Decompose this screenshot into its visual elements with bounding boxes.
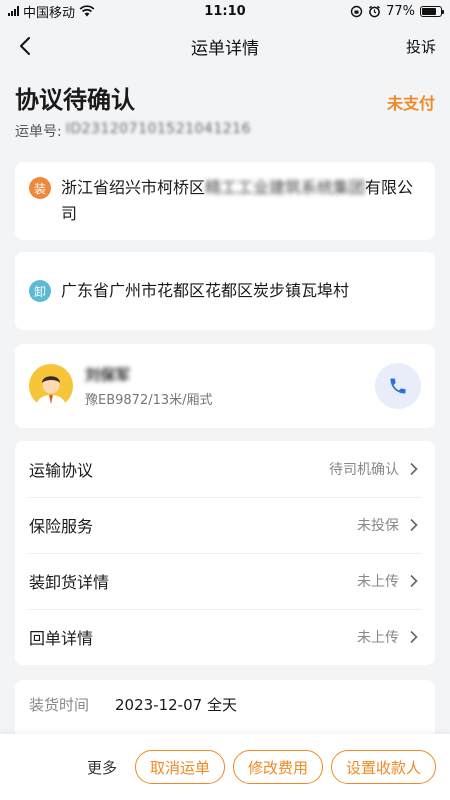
loading-badge: 装 [29, 177, 51, 199]
chevron-right-icon [410, 462, 418, 476]
chevron-right-icon [410, 630, 418, 644]
unloading-address: 广东省广州市花都区花都区炭步镇瓦埠村 [61, 281, 350, 300]
order-status-title: 协议待确认 [15, 86, 135, 114]
carrier-label: 中国移动 [23, 5, 76, 21]
menu-item-transport-agreement[interactable]: 运输协议 待司机确认 [15, 441, 435, 497]
battery-text: 77% [386, 3, 415, 19]
load-time-value: 2023-12-07 全天 [115, 695, 237, 714]
chevron-right-icon [410, 574, 418, 588]
cancel-order-button[interactable]: 取消运单 [134, 750, 225, 784]
bottom-action-bar: 更多 取消运单 修改费用 设置收款人 [0, 734, 450, 800]
page-title: 运单详情 [191, 38, 259, 59]
unloading-address-card[interactable]: 卸 广东省广州市花都区花都区炭步镇瓦埠村 [15, 252, 435, 330]
driver-row: 刘保军 豫EB9872/13米/厢式 [15, 344, 435, 428]
menu-item-receipt-details[interactable]: 回单详情 未上传 [15, 609, 435, 665]
loading-address: 浙江省绍兴市柯桥区精工工业建筑系统集团有限公司 [61, 175, 421, 227]
loading-address-blurred: 精工工业建筑系统集团 [205, 178, 366, 197]
back-icon[interactable] [14, 34, 38, 58]
order-header: 协议待确认 未支付 运单号: ID231207101521041216 [15, 80, 435, 144]
driver-info: 刘保军 豫EB9872/13米/厢式 [85, 364, 375, 408]
driver-vehicle: 豫EB9872/13米/厢式 [85, 393, 213, 408]
status-right: 77% [350, 3, 444, 19]
status-left: 中国移动 [8, 2, 95, 21]
chevron-right-icon [410, 518, 418, 532]
loading-address-card[interactable]: 装 浙江省绍兴市柯桥区精工工业建筑系统集团有限公司 [15, 162, 435, 240]
loading-address-prefix: 浙江省绍兴市柯桥区 [61, 178, 206, 197]
driver-name: 刘保军 [85, 366, 131, 384]
menu-label: 保险服务 [29, 517, 94, 536]
order-number-label: 运单号: [15, 124, 62, 140]
avatar [29, 364, 73, 408]
menu-value: 未上传 [357, 574, 399, 590]
phone-icon [390, 378, 406, 394]
call-driver-button[interactable] [375, 363, 421, 409]
order-number-row: 运单号: ID231207101521041216 [15, 121, 435, 141]
payment-status-badge: 未支付 [386, 94, 435, 113]
menu-value: 待司机确认 [329, 462, 399, 478]
menu-item-loading-details[interactable]: 装卸货详情 未上传 [15, 553, 435, 609]
menu-label: 回单详情 [29, 629, 94, 648]
driver-card: 刘保军 豫EB9872/13米/厢式 [15, 344, 435, 428]
menu-label: 装卸货详情 [29, 573, 110, 592]
complaint-button[interactable]: 投诉 [406, 36, 436, 57]
menu-label: 运输协议 [29, 461, 94, 480]
rotation-lock-icon [350, 5, 363, 17]
loading-address-row: 装 浙江省绍兴市柯桥区精工工业建筑系统集团有限公司 [15, 175, 435, 227]
more-button[interactable]: 更多 [87, 757, 117, 778]
detail-menu-card: 运输协议 待司机确认 保险服务 未投保 装卸货详情 未上传 回单详情 未上传 [15, 441, 435, 665]
alarm-icon [369, 5, 381, 17]
battery-icon [420, 5, 444, 17]
load-time-label: 装货时间 [29, 695, 90, 714]
menu-item-insurance[interactable]: 保险服务 未投保 [15, 497, 435, 553]
status-bar: 中国移动 11:10 77% [0, 0, 450, 22]
wifi-icon [79, 5, 95, 17]
signal-icon [8, 6, 19, 16]
unloading-address-row: 卸 广东省广州市花都区花都区炭步镇瓦埠村 [15, 278, 435, 304]
load-time-row: 装货时间 2023-12-07 全天 [15, 682, 435, 726]
battery-level [422, 7, 436, 15]
modify-fee-button[interactable]: 修改费用 [232, 750, 323, 784]
set-payee-button[interactable]: 设置收款人 [330, 750, 436, 784]
order-number-value: ID231207101521041216 [65, 121, 251, 137]
nav-bar: 运单详情 投诉 [0, 22, 450, 70]
unloading-badge: 卸 [29, 280, 51, 302]
menu-value: 未上传 [357, 630, 399, 646]
menu-value: 未投保 [357, 518, 399, 534]
driver-avatar-icon [29, 364, 73, 408]
